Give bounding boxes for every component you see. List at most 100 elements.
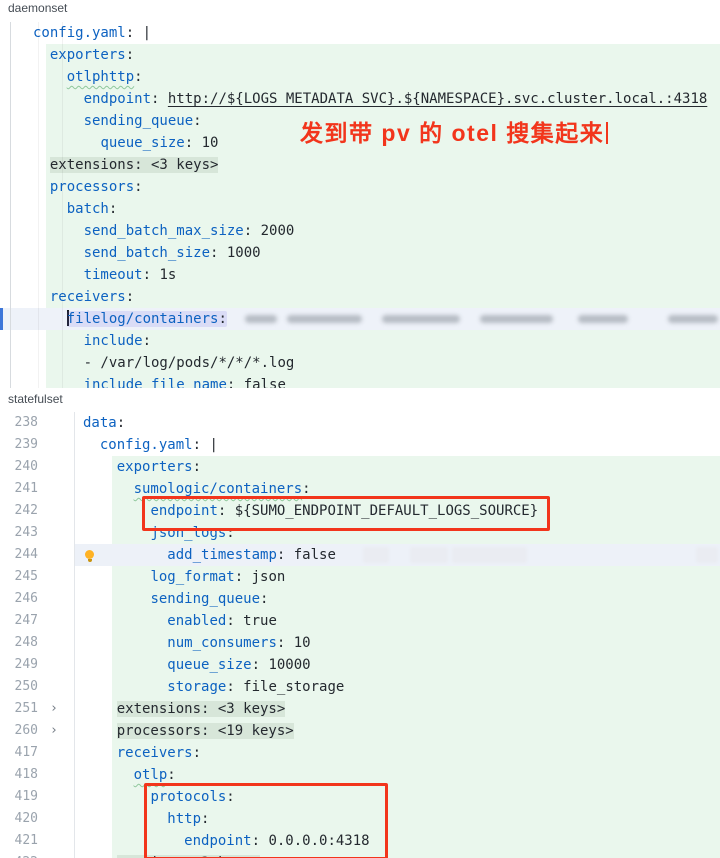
code-line[interactable]: 245 log_format: json	[0, 566, 720, 588]
code-line[interactable]: send_batch_size: 1000	[0, 242, 720, 264]
code-line[interactable]: include:	[0, 330, 720, 352]
line-number[interactable]: 238	[0, 412, 38, 434]
code-text: receivers:	[0, 286, 134, 308]
code-text: processors: <19 keys>	[75, 720, 294, 742]
code-line[interactable]: 239 config.yaml: |	[0, 434, 720, 456]
code-line[interactable]: 250 storage: file_storage	[0, 676, 720, 698]
code-line[interactable]: exporters:	[0, 44, 720, 66]
yaml-key: sending_queue	[83, 113, 194, 129]
code-text: processors:	[0, 176, 143, 198]
yaml-value: :	[134, 69, 143, 85]
line-number[interactable]: 245	[0, 566, 38, 588]
redacted-text	[480, 315, 553, 323]
code-text: extensions: <3 keys>	[0, 154, 219, 176]
yaml-key: enabled	[167, 613, 227, 629]
code-line[interactable]: receivers:	[0, 286, 720, 308]
code-text: send_batch_size: 1000	[0, 242, 261, 264]
yaml-value: 10	[201, 135, 219, 151]
line-number[interactable]: 248	[0, 632, 38, 654]
gutter: 248	[0, 632, 75, 654]
code-line[interactable]: processors:	[0, 176, 720, 198]
code-line[interactable]: filelog/containers:	[0, 308, 720, 330]
line-number[interactable]: 418	[0, 764, 38, 786]
line-number[interactable]: 419	[0, 786, 38, 808]
line-number[interactable]: 422	[0, 852, 38, 858]
yaml-value: :	[125, 289, 135, 305]
daemonset-editor: config.yaml: | exporters: otlphttp: endp…	[0, 22, 720, 388]
code-line[interactable]: 238 data:	[0, 412, 720, 434]
gutter: 243	[0, 522, 75, 544]
statefulset-editor: 238 data: 239 config.yaml: | 240 exporters:…	[0, 412, 720, 858]
code-line[interactable]: 417 receivers:	[0, 742, 720, 764]
yaml-value: :	[260, 591, 269, 607]
line-number[interactable]: 260	[0, 720, 38, 742]
code-line[interactable]: 244 add_timestamp: false	[0, 544, 720, 566]
yaml-value: :	[243, 223, 261, 239]
gutter: 241	[0, 478, 75, 500]
yaml-value: extensions: <3 keys>	[49, 157, 219, 173]
chevron-right-icon[interactable]: ›	[50, 720, 58, 742]
yaml-value: :	[210, 245, 227, 261]
yaml-value: 1s	[159, 267, 177, 283]
gutter: 418	[0, 764, 75, 786]
redacted-text	[363, 547, 389, 563]
line-number[interactable]: 241	[0, 478, 38, 500]
code-line[interactable]: 251 › extensions: <3 keys>	[0, 698, 720, 720]
lightbulb-icon[interactable]	[85, 550, 94, 562]
line-number[interactable]: 240	[0, 456, 38, 478]
chevron-right-icon[interactable]: ›	[50, 852, 58, 858]
yaml-value: :	[192, 437, 210, 453]
code-line[interactable]: otlphttp:	[0, 66, 720, 88]
yaml-key: timeout	[83, 267, 143, 283]
yaml-key: add_timestamp	[167, 547, 277, 563]
code-line[interactable]: include_file_name: false	[0, 374, 720, 388]
line-number[interactable]: 251	[0, 698, 38, 720]
yaml-key: sending_queue	[150, 591, 261, 607]
code-line[interactable]: - /var/log/pods/*/*/*.log	[0, 352, 720, 374]
line-number[interactable]: 239	[0, 434, 38, 456]
yaml-value: false	[243, 377, 286, 388]
yaml-value: :	[234, 569, 252, 585]
gutter: 419	[0, 786, 75, 808]
line-number[interactable]: 243	[0, 522, 38, 544]
line-number[interactable]: 417	[0, 742, 38, 764]
line-number[interactable]: 242	[0, 500, 38, 522]
code-line[interactable]: 240 exporters:	[0, 456, 720, 478]
yaml-value: file_storage	[243, 679, 345, 695]
code-line[interactable]: endpoint: http://${LOGS_METADATA_SVC}.${…	[0, 88, 720, 110]
line-number[interactable]: 249	[0, 654, 38, 676]
highlight-box-sumo-endpoint	[142, 496, 550, 531]
line-number[interactable]: 420	[0, 808, 38, 830]
line-number[interactable]: 244	[0, 544, 38, 566]
code-text: filelog/containers:	[0, 308, 227, 330]
line-number[interactable]: 247	[0, 610, 38, 632]
code-line[interactable]: timeout: 1s	[0, 264, 720, 286]
yaml-key: endpoint	[83, 91, 152, 107]
code-line[interactable]: 249 queue_size: 10000	[0, 654, 720, 676]
code-line[interactable]: 246 sending_queue:	[0, 588, 720, 610]
code-text: sending_queue:	[75, 588, 268, 610]
code-text: queue_size: 10000	[75, 654, 310, 676]
line-number[interactable]: 250	[0, 676, 38, 698]
line-number[interactable]: 246	[0, 588, 38, 610]
yaml-value: :	[226, 679, 244, 695]
code-line[interactable]: config.yaml: |	[0, 22, 720, 44]
code-text: timeout: 1s	[0, 264, 177, 286]
code-line[interactable]: batch:	[0, 198, 720, 220]
yaml-value: |	[142, 25, 152, 41]
yaml-value: :	[192, 745, 202, 761]
line-number[interactable]: 421	[0, 830, 38, 852]
code-text: endpoint: http://${LOGS_METADATA_SVC}.${…	[0, 88, 708, 110]
code-line[interactable]: 247 enabled: true	[0, 610, 720, 632]
gutter: 251 ›	[0, 698, 75, 720]
code-line[interactable]: send_batch_max_size: 2000	[0, 220, 720, 242]
chevron-right-icon[interactable]: ›	[50, 698, 58, 720]
code-text: add_timestamp: false	[75, 544, 336, 566]
gutter: 245	[0, 566, 75, 588]
code-line[interactable]: 260 › processors: <19 keys>	[0, 720, 720, 742]
code-line[interactable]: extensions: <3 keys>	[0, 154, 720, 176]
yaml-value: :	[276, 547, 294, 563]
code-line[interactable]: 248 num_consumers: 10	[0, 632, 720, 654]
gutter: 246	[0, 588, 75, 610]
statefulset-label: statefulset	[8, 392, 63, 406]
